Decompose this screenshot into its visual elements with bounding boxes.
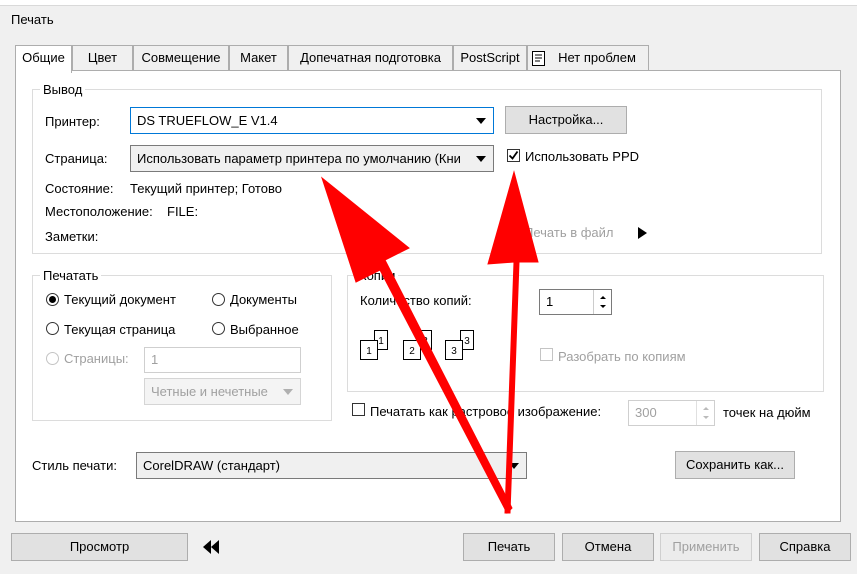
dpi-spinner[interactable]	[696, 401, 714, 425]
cancel-button[interactable]: Отмена	[562, 533, 654, 561]
print-as-bitmap-label: Печатать как растровое изображение:	[370, 404, 602, 419]
preview-button-label: Просмотр	[69, 539, 130, 554]
chevron-down-icon	[476, 156, 486, 162]
status-label: Состояние:	[45, 181, 114, 196]
notes-label: Заметки:	[45, 229, 99, 244]
tab-color[interactable]: Цвет	[72, 45, 133, 71]
current-page-label: Текущая страница	[64, 322, 176, 337]
page-icon: 1	[360, 340, 378, 360]
tab-label: Допечатная подготовка	[300, 50, 441, 65]
selection-label: Выбранное	[230, 322, 299, 337]
dpi-value: 300	[635, 405, 657, 420]
copies-count-input[interactable]: 1	[539, 289, 612, 315]
tab-no-issues[interactable]: Нет проблем	[527, 45, 649, 71]
chevron-down-icon	[476, 118, 486, 124]
pages-input[interactable]: 1	[144, 347, 301, 373]
tab-label: Совмещение	[141, 50, 221, 65]
tab-general[interactable]: Общие	[15, 45, 72, 73]
title-bar-strip	[0, 0, 857, 6]
tab-label: Общие	[22, 50, 65, 65]
cancel-button-label: Отмена	[584, 539, 632, 554]
print-to-file-label: Печать в файл	[524, 225, 614, 240]
print-style-select[interactable]: CorelDRAW (стандарт)	[136, 452, 527, 479]
copies-group-label: Копии	[356, 268, 399, 283]
copies-count-value: 1	[546, 294, 554, 309]
location-label: Местоположение:	[45, 204, 153, 219]
save-as-button-label: Сохранить как...	[686, 457, 784, 472]
location-value: FILE:	[167, 204, 199, 219]
printer-select-value: DS TRUEFLOW_E V1.4	[137, 113, 278, 128]
even-odd-select[interactable]: Четные и нечетные	[144, 378, 301, 405]
print-range-group-label: Печатать	[40, 268, 102, 283]
current-document-label: Текущий документ	[64, 292, 176, 307]
print-style-value: CorelDRAW (стандарт)	[143, 458, 281, 473]
help-button[interactable]: Справка	[759, 533, 851, 561]
print-style-label: Стиль печати:	[32, 458, 117, 473]
output-group-label: Вывод	[40, 82, 86, 97]
print-button-label: Печать	[487, 539, 531, 554]
apply-button[interactable]: Применить	[660, 533, 752, 561]
documents-radio[interactable]	[212, 293, 225, 306]
tab-postscript[interactable]: PostScript	[453, 45, 527, 71]
pages-label: Страницы:	[64, 351, 129, 366]
dialog-title: Печать	[11, 12, 54, 27]
even-odd-value: Четные и нечетные	[151, 384, 268, 399]
apply-button-label: Применить	[672, 539, 740, 554]
print-button[interactable]: Печать	[463, 533, 555, 561]
dpi-unit-label: точек на дюйм	[723, 405, 811, 420]
checkmark-icon	[508, 150, 519, 160]
chevron-down-icon	[509, 463, 519, 469]
tab-registration[interactable]: Совмещение	[133, 45, 229, 71]
printer-label: Принтер:	[45, 114, 100, 129]
spinner-arrows-icon	[703, 407, 709, 419]
pages-input-value: 1	[151, 352, 159, 367]
pages-radio[interactable]	[46, 352, 59, 365]
page-select-value: Использовать параметр принтера по умолча…	[137, 151, 461, 166]
play-arrow-icon[interactable]	[638, 227, 647, 239]
settings-button-label: Настройка...	[528, 112, 604, 127]
tab-prepress[interactable]: Допечатная подготовка	[288, 45, 453, 71]
tab-label: Цвет	[87, 50, 118, 65]
tab-label: Макет	[240, 50, 277, 65]
save-as-button[interactable]: Сохранить как...	[675, 451, 795, 479]
collate-illustration: 1 1 2 2 3 3	[358, 330, 488, 368]
page-label: Страница:	[45, 151, 108, 166]
current-document-radio[interactable]	[46, 293, 59, 306]
print-as-bitmap-checkbox[interactable]	[352, 403, 365, 416]
current-page-radio[interactable]	[46, 322, 59, 335]
collate-label: Разобрать по копиям	[558, 349, 686, 364]
spinner-arrows-icon	[600, 296, 606, 308]
tab-layout[interactable]: Макет	[229, 45, 288, 71]
page-icon: 3	[445, 340, 463, 360]
use-ppd-label: Использовать PPD	[525, 149, 640, 164]
preview-button[interactable]: Просмотр	[11, 533, 188, 561]
use-ppd-checkbox[interactable]	[507, 149, 520, 162]
help-button-label: Справка	[779, 539, 831, 554]
copies-spinner[interactable]	[593, 290, 611, 314]
checklist-icon	[532, 51, 545, 66]
copies-count-label: Количество копий:	[360, 293, 472, 308]
page-icon: 2	[403, 340, 421, 360]
tab-label: Нет проблем	[558, 50, 636, 65]
documents-label: Документы	[230, 292, 298, 307]
settings-button[interactable]: Настройка...	[505, 106, 627, 134]
selection-radio[interactable]	[212, 322, 225, 335]
tab-label: PostScript	[460, 50, 520, 65]
collapse-arrow-icon[interactable]	[202, 539, 220, 558]
status-value: Текущий принтер; Готово	[130, 181, 282, 196]
chevron-down-icon	[283, 389, 293, 395]
dpi-input[interactable]: 300	[628, 400, 715, 426]
collate-checkbox[interactable]	[540, 348, 553, 361]
page-select[interactable]: Использовать параметр принтера по умолча…	[130, 145, 494, 172]
printer-select[interactable]: DS TRUEFLOW_E V1.4	[130, 107, 494, 134]
